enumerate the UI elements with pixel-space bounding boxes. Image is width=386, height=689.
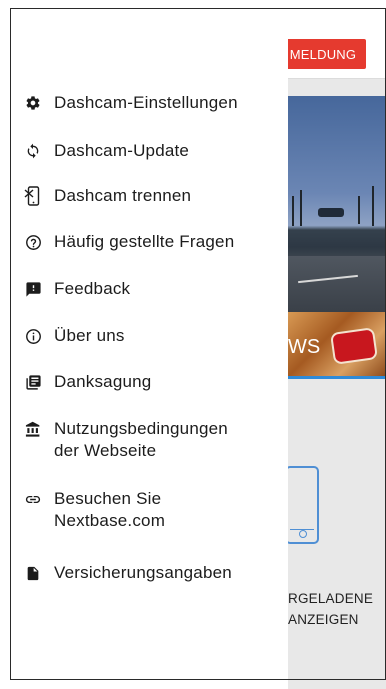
car-shape xyxy=(318,208,344,217)
news-badge-shape xyxy=(329,327,379,365)
menu-item-terms-of-use[interactable]: Nutzungsbedingungen der Webseite xyxy=(24,418,228,462)
menu-item-label: Feedback xyxy=(54,279,131,298)
phone-icon xyxy=(285,466,319,544)
refresh-icon xyxy=(24,140,42,162)
login-button-label: MELDUNG xyxy=(289,46,357,62)
menu-item-about-us[interactable]: Über uns xyxy=(24,325,125,347)
menu-item-label: Über uns xyxy=(54,326,125,345)
file-icon xyxy=(24,562,42,584)
menu-item-insurance-info[interactable]: Versicherungsangaben xyxy=(24,562,232,584)
document-list-icon xyxy=(24,371,42,393)
link-icon xyxy=(24,488,42,510)
menu-item-acknowledgements[interactable]: Danksagung xyxy=(24,371,151,393)
gear-icon xyxy=(24,92,42,114)
feedback-icon xyxy=(24,278,42,300)
help-circle-icon xyxy=(24,231,42,253)
menu-item-label: Dashcam-Einstellungen xyxy=(54,93,238,112)
menu-item-faq[interactable]: Häufig gestellte Fragen xyxy=(24,231,234,253)
menu-item-disconnect-dashcam[interactable]: Dashcam trennen xyxy=(24,185,191,207)
news-banner-label: WS xyxy=(288,336,321,358)
menu-item-visit-website[interactable]: Besuchen Sie Nextbase.com xyxy=(24,488,165,532)
menu-item-label: Häufig gestellte Fragen xyxy=(54,232,235,251)
menu-item-label: Danksagung xyxy=(54,372,152,391)
disconnect-phone-icon xyxy=(24,185,42,207)
navigation-drawer: Dashcam-Einstellungen Dashcam-Update Das… xyxy=(0,0,288,689)
menu-item-dashcam-settings[interactable]: Dashcam-Einstellungen xyxy=(24,92,238,114)
news-banner[interactable]: WS xyxy=(288,312,386,379)
menu-item-label: Dashcam-Update xyxy=(54,141,190,160)
menu-item-dashcam-update[interactable]: Dashcam-Update xyxy=(24,140,189,162)
menu-item-label: Nutzungsbedingungen der Webseite xyxy=(54,419,228,460)
menu-item-label: Besuchen Sie Nextbase.com xyxy=(54,489,166,530)
menu-item-feedback[interactable]: Feedback xyxy=(24,278,130,300)
info-icon xyxy=(24,325,42,347)
hero-image[interactable] xyxy=(288,96,386,312)
institution-icon xyxy=(24,418,42,440)
menu-item-label: Dashcam trennen xyxy=(54,186,192,205)
maps-label[interactable]: RGELADENE ANZEIGEN xyxy=(288,588,386,630)
menu-item-label: Versicherungsangaben xyxy=(54,563,232,582)
